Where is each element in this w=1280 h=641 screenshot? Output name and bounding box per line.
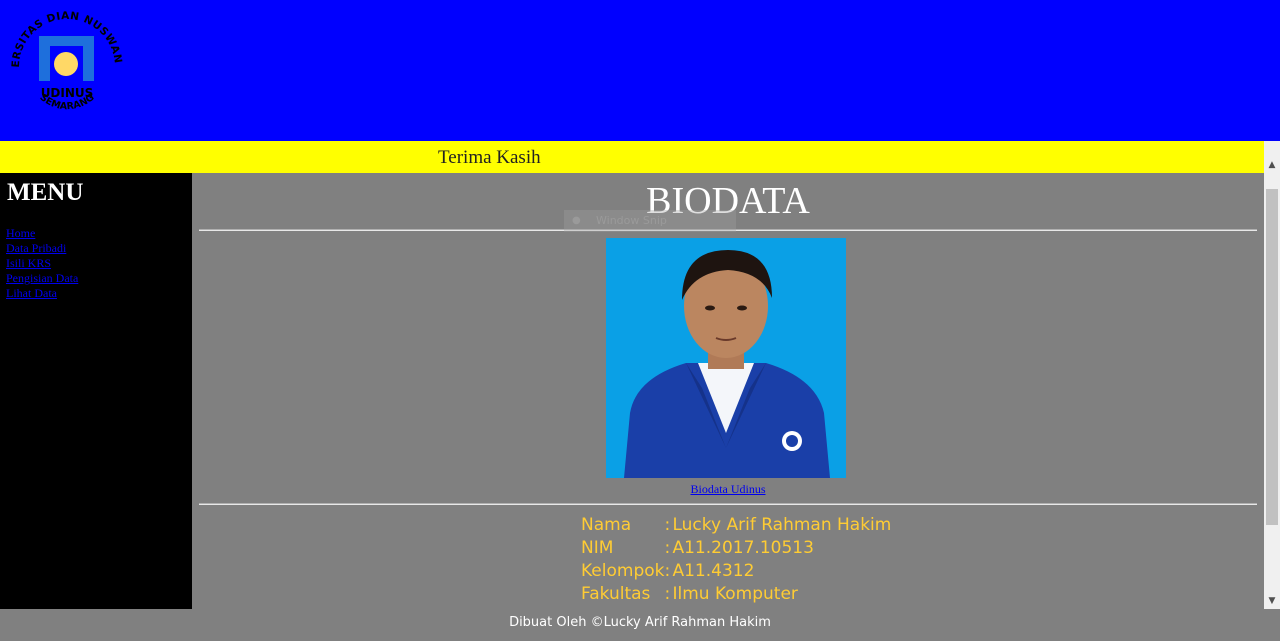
- biodata-row-nama: Nama : Lucky Arif Rahman Hakim: [581, 514, 891, 537]
- field-separator: :: [664, 515, 671, 535]
- field-value: A11.2017.10513: [672, 538, 814, 558]
- divider-bottom: [199, 503, 1257, 505]
- biodata-row-fakultas: Fakultas : Ilmu Komputer: [581, 583, 891, 606]
- biodata-table: Nama : Lucky Arif Rahman Hakim NIM : A11…: [581, 514, 891, 606]
- snip-icon: ●: [572, 215, 581, 226]
- footer: Dibuat Oleh ©Lucky Arif Rahman Hakim: [0, 609, 1280, 641]
- photo-caption-link[interactable]: Biodata Udinus: [192, 482, 1264, 497]
- menu-link-lihat-data[interactable]: Lihat Data: [6, 286, 78, 301]
- field-separator: :: [664, 561, 671, 581]
- menu-link-home[interactable]: Home: [6, 226, 78, 241]
- menu-title: MENU: [7, 179, 84, 206]
- window-snip-label: Window Snip: [596, 214, 667, 227]
- field-label: Nama: [581, 515, 632, 535]
- menu-link-pengisian-data[interactable]: Pengisian Data: [6, 271, 78, 286]
- field-separator: :: [664, 538, 671, 558]
- marquee-text: Terima Kasih: [438, 147, 541, 168]
- field-value: A11.4312: [672, 561, 755, 581]
- header-banner: UNIVERSITAS DIAN NUSWANTORO SEMARANG UDI…: [0, 0, 1280, 141]
- main-content: BIODATA Biodata Udinus Nama : Lucky Arif…: [192, 173, 1264, 609]
- window-snip-overlay: ● Window Snip: [564, 210, 736, 232]
- scroll-down-arrow-icon[interactable]: ▼: [1264, 593, 1280, 609]
- biodata-row-kelompok: Kelompok : A11.4312: [581, 560, 891, 583]
- sidebar-menu: MENU Home Data Pribadi Isili KRS Pengisi…: [0, 173, 192, 609]
- field-value: Lucky Arif Rahman Hakim: [672, 515, 892, 535]
- footer-text: Dibuat Oleh ©Lucky Arif Rahman Hakim: [509, 615, 771, 630]
- logo-brand-text: UDINUS: [41, 86, 94, 100]
- udinus-logo: UNIVERSITAS DIAN NUSWANTORO SEMARANG UDI…: [6, 6, 125, 125]
- field-label: Kelompok: [581, 561, 665, 581]
- profile-photo: [606, 238, 846, 478]
- field-label: NIM: [581, 538, 614, 558]
- scroll-thumb[interactable]: [1266, 189, 1278, 525]
- field-separator: :: [664, 584, 671, 604]
- biodata-row-nim: NIM : A11.2017.10513: [581, 537, 891, 560]
- vertical-scrollbar[interactable]: ▲ ▼: [1264, 141, 1280, 609]
- menu-links: Home Data Pribadi Isili KRS Pengisian Da…: [6, 226, 78, 301]
- scroll-up-arrow-icon[interactable]: ▲: [1264, 157, 1280, 173]
- field-value: Ilmu Komputer: [672, 584, 798, 604]
- field-label: Fakultas: [581, 584, 651, 604]
- menu-link-data-pribadi[interactable]: Data Pribadi: [6, 241, 78, 256]
- menu-link-isi-krs[interactable]: Isili KRS: [6, 256, 78, 271]
- marquee-bar: Terima Kasih: [0, 141, 1264, 173]
